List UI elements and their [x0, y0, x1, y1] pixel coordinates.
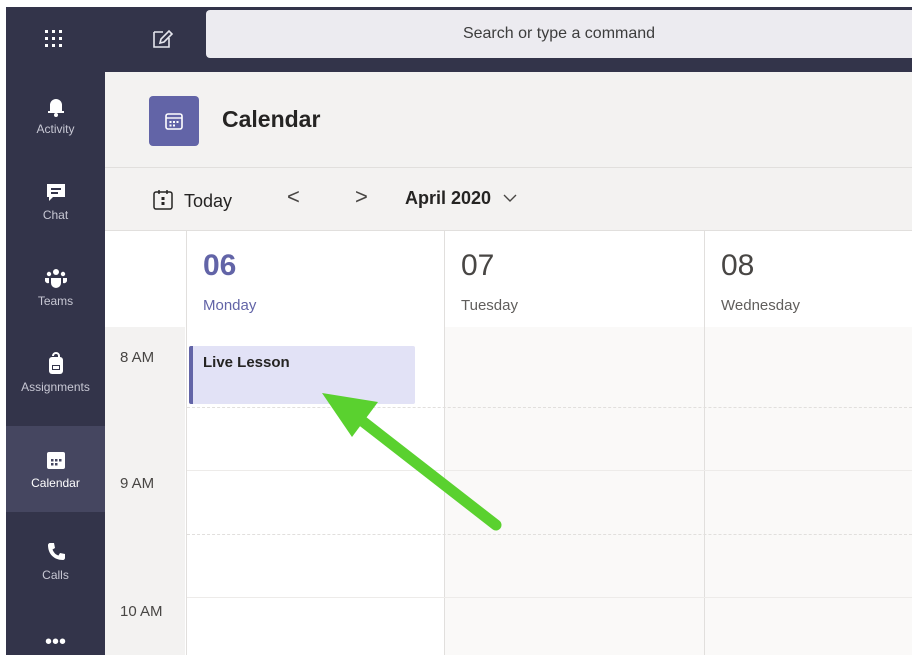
month-label: April 2020	[405, 188, 492, 208]
day-name: Tuesday	[461, 297, 518, 314]
rail-label: Assignments	[21, 380, 90, 394]
calendar-app-badge	[149, 96, 199, 146]
rail-label: Calls	[42, 568, 69, 582]
chevron-left-icon: <	[287, 184, 300, 209]
calendar-today-icon	[153, 190, 173, 210]
time-column: 8 AM 9 AM 10 AM	[105, 327, 185, 655]
phone-icon	[47, 543, 65, 560]
compose-icon	[153, 29, 174, 48]
next-week-button[interactable]: >	[355, 184, 368, 210]
event-card[interactable]: Live Lesson	[189, 346, 415, 404]
day-number: 08	[721, 249, 755, 282]
new-chat-button[interactable]	[142, 21, 182, 57]
today-button[interactable]: Today	[151, 188, 232, 212]
day-name: Monday	[203, 297, 257, 314]
chat-icon	[46, 184, 65, 201]
grid-icon	[45, 30, 62, 47]
chevron-down-icon	[503, 194, 517, 202]
event-title: Live Lesson	[203, 354, 290, 371]
day-number: 06	[203, 249, 237, 282]
calendar-icon	[46, 452, 65, 469]
calendar-icon	[165, 113, 183, 130]
rail-label: Chat	[42, 208, 69, 222]
search-input[interactable]: Search or type a command	[206, 10, 912, 58]
rail-label: Activity	[36, 122, 75, 136]
chevron-right-icon: >	[355, 184, 368, 209]
day-column-wednesday[interactable]	[704, 327, 912, 655]
hour-line	[187, 470, 912, 471]
search-placeholder: Search or type a command	[462, 25, 656, 42]
backpack-icon	[48, 352, 63, 374]
today-label: Today	[184, 191, 233, 211]
app-rail: Activity Chat Teams Assignments Calendar	[6, 72, 105, 655]
ellipsis-icon: •••	[44, 631, 66, 653]
more-apps-button[interactable]: •••	[6, 632, 105, 653]
rail-label: Calendar	[31, 476, 80, 490]
time-label: 8 AM	[120, 349, 155, 366]
day-header-row: 06 Monday 07 Tuesday 08 Wednesday	[105, 231, 912, 328]
rail-item-teams[interactable]: Teams	[6, 244, 105, 330]
calendar-toolbar: Today < > April 2020	[105, 168, 912, 231]
time-label: 10 AM	[120, 603, 163, 620]
time-label: 9 AM	[120, 475, 155, 492]
day-column-tuesday[interactable]	[444, 327, 704, 655]
teams-icon	[44, 269, 67, 288]
rail-item-assignments[interactable]: Assignments	[6, 330, 105, 416]
rail-item-chat[interactable]: Chat	[6, 158, 105, 244]
half-hour-line	[187, 534, 912, 535]
month-selector[interactable]: April 2020	[405, 188, 518, 209]
bell-icon	[47, 99, 64, 117]
day-name: Wednesday	[721, 297, 800, 314]
rail-item-calls[interactable]: Calls	[6, 518, 105, 604]
prev-week-button[interactable]: <	[287, 184, 300, 210]
rail-item-activity[interactable]: Activity	[6, 72, 105, 158]
page-title: Calendar	[222, 106, 321, 132]
day-header-tuesday[interactable]: 07 Tuesday	[444, 231, 704, 327]
calendar-header: Calendar	[105, 72, 912, 168]
rail-item-calendar[interactable]: Calendar	[6, 426, 105, 512]
day-number: 07	[461, 249, 495, 282]
rail-label: Teams	[37, 294, 74, 308]
half-hour-line	[187, 407, 912, 408]
hour-line	[187, 597, 912, 598]
app-launcher-button[interactable]	[34, 21, 74, 57]
day-header-monday[interactable]: 06 Monday	[186, 231, 444, 327]
top-bar: Search or type a command	[6, 7, 912, 72]
day-header-wednesday[interactable]: 08 Wednesday	[704, 231, 912, 327]
